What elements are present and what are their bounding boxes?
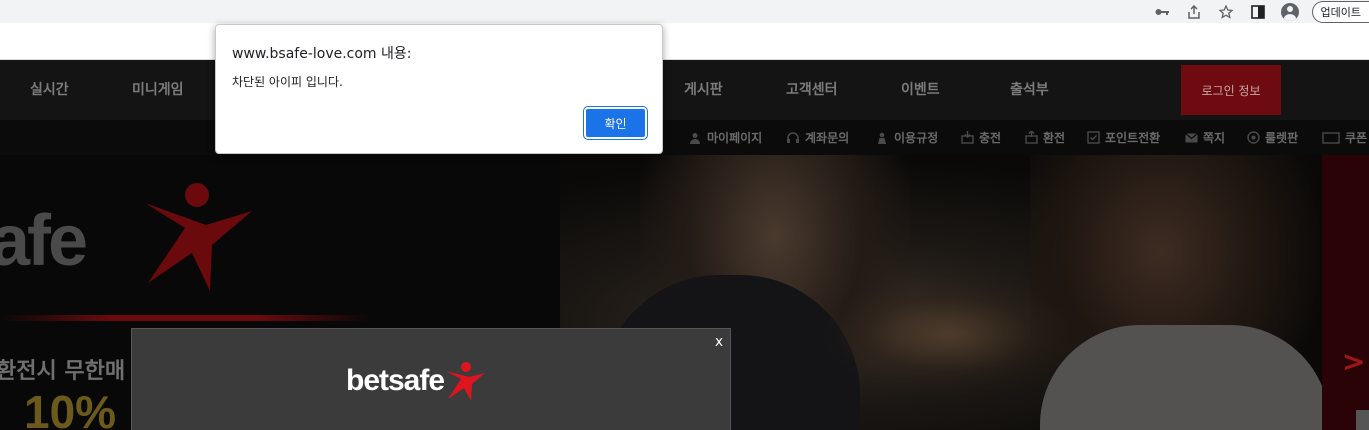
headset-icon (786, 131, 800, 145)
hero-red-divider (0, 315, 370, 321)
nav-item-support[interactable]: 고객센터 (786, 60, 838, 120)
user-icon (688, 131, 702, 145)
update-button[interactable]: 업데이트 (1311, 0, 1369, 23)
hero-brand-text: afe (0, 201, 88, 281)
subnav-label: 마이페이지 (707, 131, 763, 145)
alert-dialog: www.bsafe-love.com 내용: 차단된 아이피 입니다. 확인 (215, 24, 663, 154)
subnav-item-messages[interactable]: 쪽지 (1184, 120, 1225, 155)
subnav-item-mypage[interactable]: 마이페이지 (688, 120, 762, 155)
subnav-label: 포인트전환 (1105, 131, 1161, 145)
browser-toolbar: 업데이트 (0, 0, 1369, 23)
subnav-item-terms[interactable]: 이용규정 (875, 120, 938, 155)
hero-next-arrow[interactable]: > (1342, 345, 1365, 378)
site-popup: x betsafe (131, 328, 731, 430)
hero-sparks (820, 275, 1080, 395)
deposit-icon (960, 131, 974, 145)
sidepanel-icon[interactable] (1242, 2, 1274, 22)
brand-star-icon (446, 362, 486, 401)
subnav-item-withdraw[interactable]: 환전 (1024, 120, 1065, 155)
roulette-icon (1246, 131, 1260, 145)
profile-icon[interactable] (1274, 2, 1306, 22)
subnav-label: 계좌문의 (805, 131, 850, 145)
nav-item-attendance[interactable]: 출석부 (1010, 60, 1049, 120)
key-icon[interactable] (1146, 2, 1178, 22)
subnav-label: 룰렛판 (1265, 131, 1299, 145)
subnav-item-roulette[interactable]: 룰렛판 (1246, 120, 1298, 155)
withdraw-icon (1024, 131, 1038, 145)
subnav-label: 쪽지 (1203, 131, 1226, 145)
avatar (1280, 2, 1299, 21)
subnav-label: 이용규정 (894, 131, 939, 145)
page: 업데이트 실시간 미니게임 게시판 고객센터 이벤트 출석부 로그인 정보 마이… (0, 0, 1369, 430)
browser-toolbar-icons: 업데이트 (1146, 0, 1369, 23)
nav-item-live[interactable]: 실시간 (30, 60, 69, 120)
nav-item-board[interactable]: 게시판 (684, 60, 723, 120)
popup-logo: betsafe (346, 361, 486, 401)
nav-item-event[interactable]: 이벤트 (901, 60, 940, 120)
ok-button[interactable]: 확인 (583, 106, 648, 140)
site-nav: 실시간 미니게임 게시판 고객센터 이벤트 출석부 로그인 정보 (0, 60, 1369, 120)
nav-item-minigame[interactable]: 미니게임 (132, 60, 184, 120)
subnav-label: 쿠폰 (1345, 131, 1368, 145)
coupon-icon (1322, 131, 1340, 145)
subnav-item-point-exchange[interactable]: 포인트전환 (1086, 120, 1160, 155)
hero-promo-percent: 10% (24, 386, 117, 430)
subnav-item-deposit[interactable]: 충전 (960, 120, 1001, 155)
alert-message: 차단된 아이피 입니다. (232, 75, 343, 89)
mail-icon (1184, 131, 1198, 145)
subnav-item-coupon[interactable]: 쿠폰 (1322, 120, 1367, 155)
sub-nav: 마이페이지 계좌문의 이용규정 충전 환전 포인트전환 쪽지 룰렛판 쿠폰 (0, 120, 1369, 155)
share-icon[interactable] (1178, 2, 1210, 22)
alert-title: www.bsafe-love.com 내용: (232, 46, 412, 62)
brand-star-logo (145, 183, 252, 291)
popup-close-button[interactable]: x (712, 334, 726, 350)
address-bar-area (0, 23, 1369, 60)
subnav-label: 환전 (1043, 131, 1066, 145)
hero-promo-text: 환전시 무한매 (0, 359, 126, 384)
star-icon[interactable] (1210, 2, 1242, 22)
login-info-button[interactable]: 로그인 정보 (1181, 65, 1281, 115)
subnav-label: 충전 (979, 131, 1002, 145)
check-icon (1086, 131, 1100, 145)
hero-right-box (1356, 410, 1369, 430)
subnav-item-account-inquiry[interactable]: 계좌문의 (786, 120, 849, 155)
person-icon (875, 131, 889, 145)
hero-right-strip (1322, 155, 1369, 430)
popup-logo-text: betsafe (346, 364, 445, 397)
